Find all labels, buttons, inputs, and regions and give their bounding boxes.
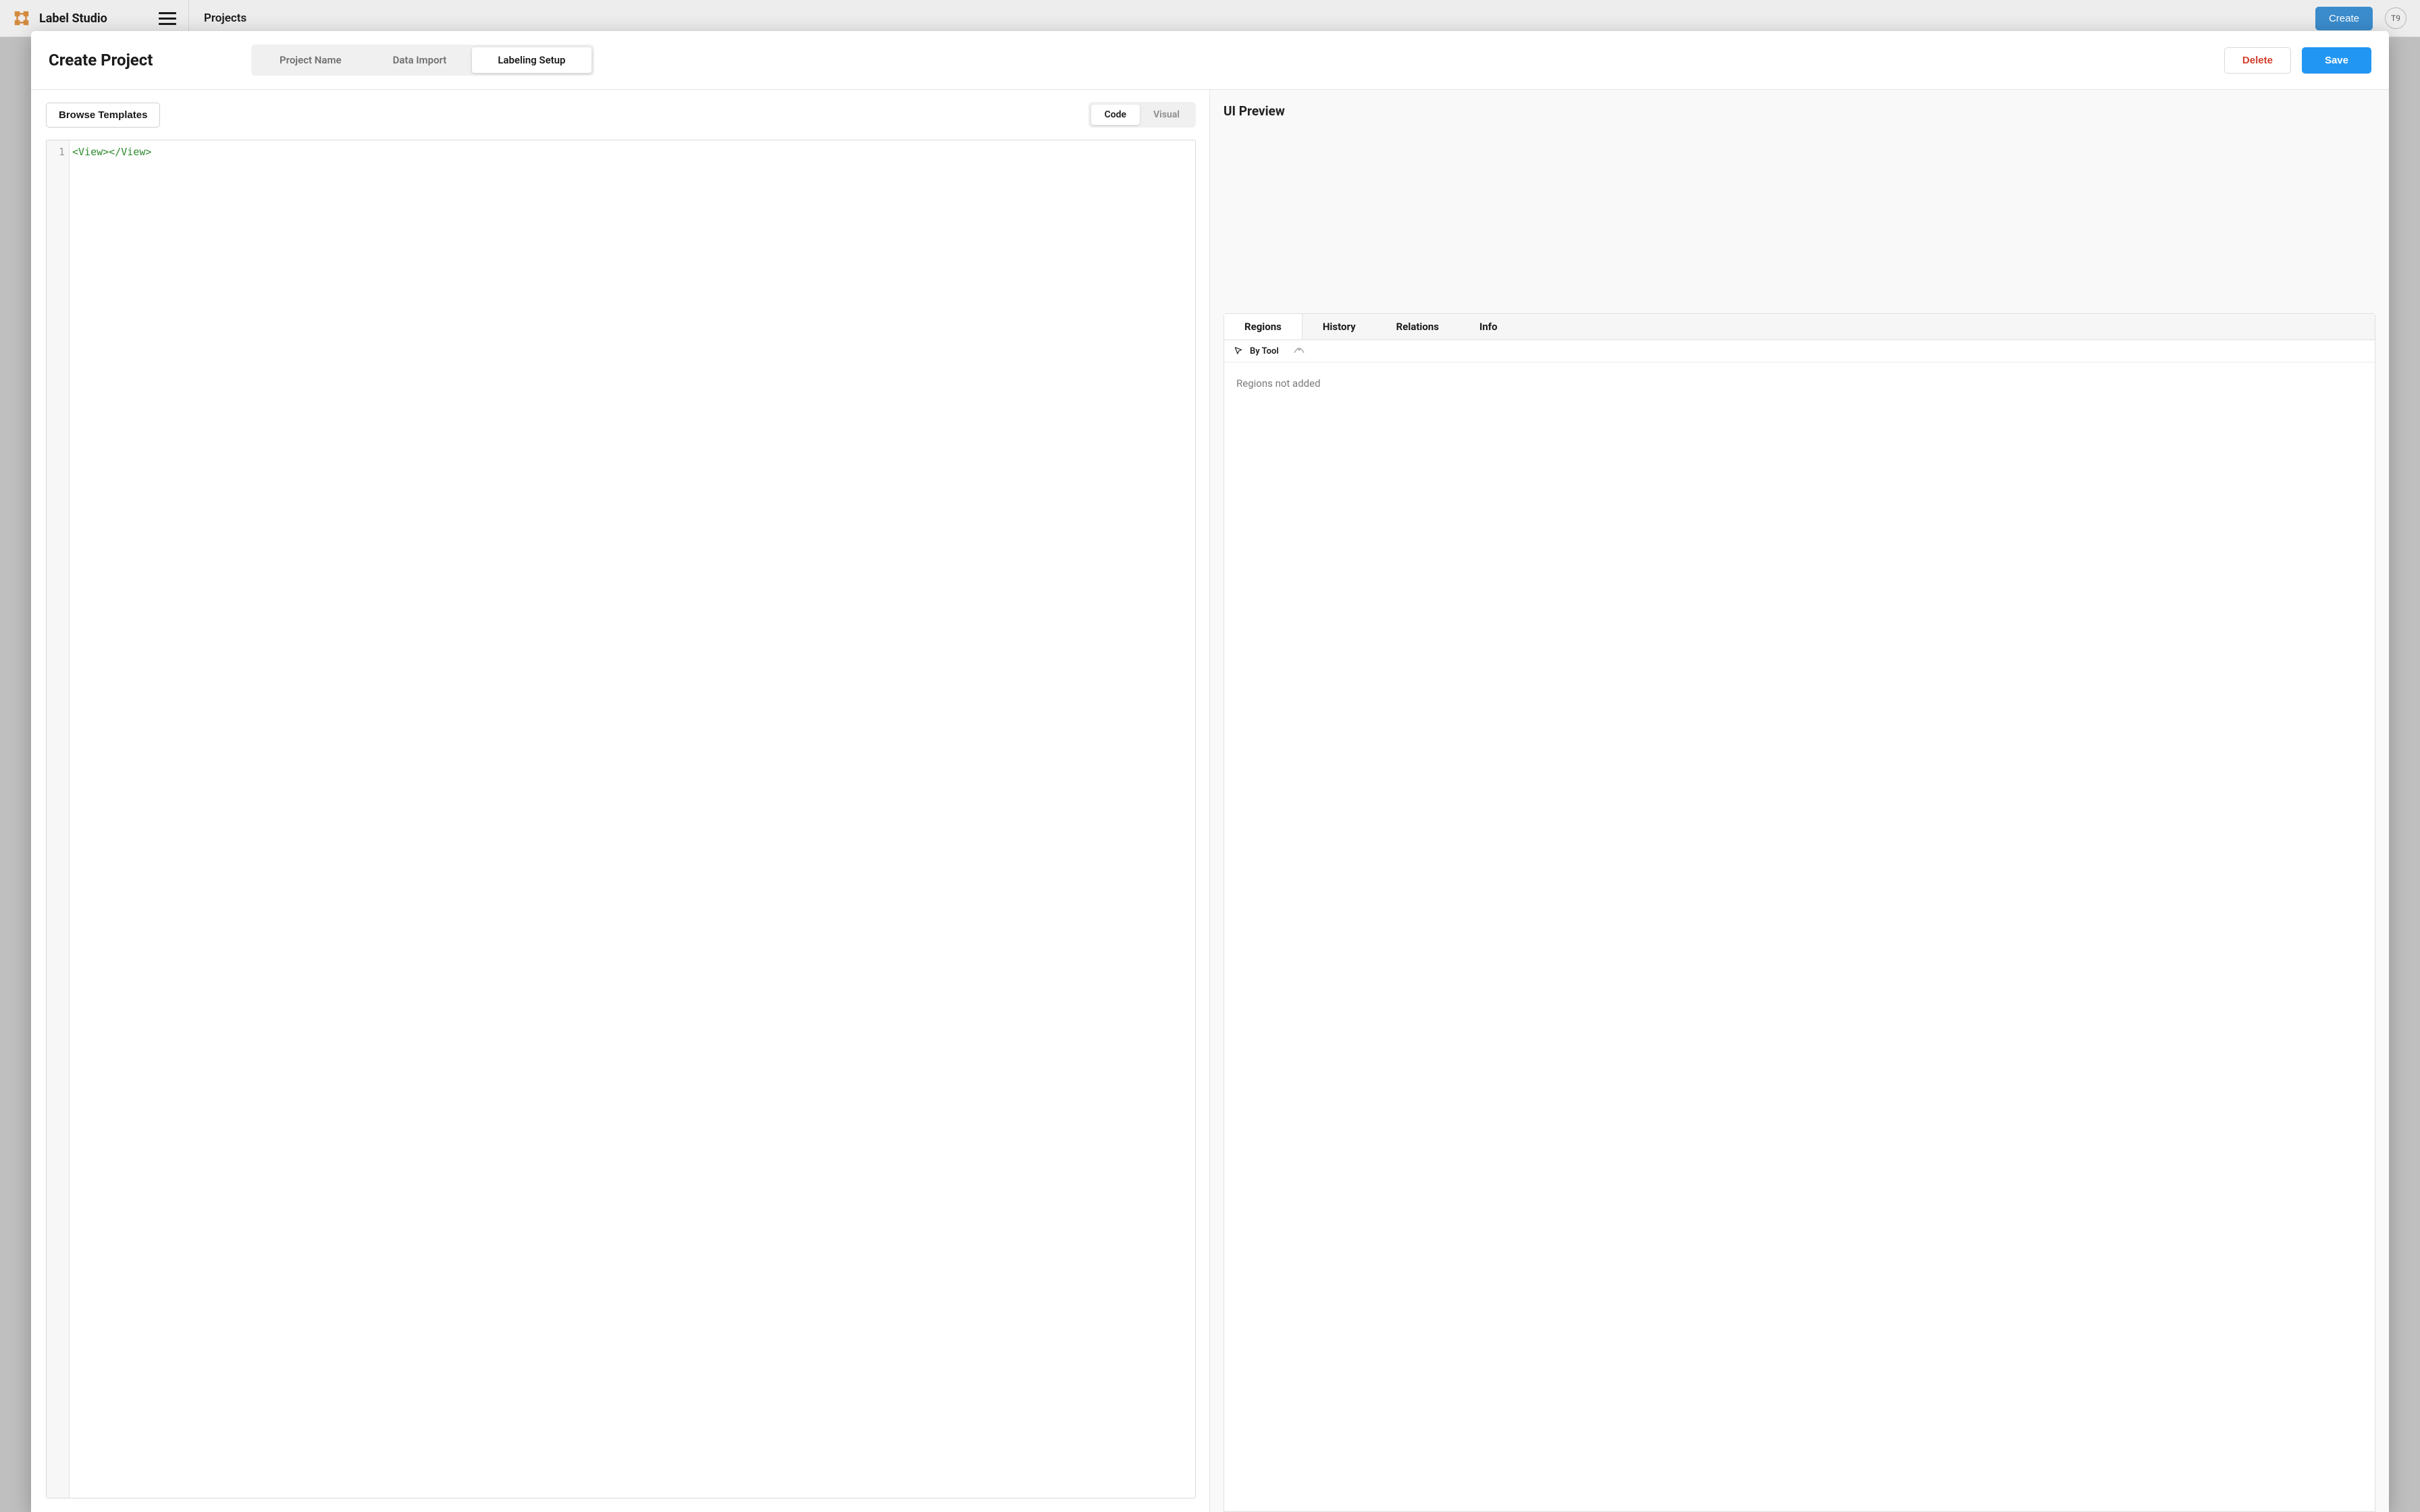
step-project-name[interactable]: Project Name [254, 47, 367, 73]
breadcrumb[interactable]: Projects [189, 11, 246, 25]
step-labeling-setup[interactable]: Labeling Setup [472, 47, 591, 73]
logo-icon [14, 10, 30, 26]
preview-title: UI Preview [1224, 103, 2375, 119]
tab-history[interactable]: History [1303, 314, 1376, 340]
create-project-modal: Create Project Project Name Data Import … [31, 31, 2389, 1512]
code-view-toggle[interactable]: Code [1091, 105, 1140, 125]
modal-header: Create Project Project Name Data Import … [31, 31, 2389, 90]
modal-body: Browse Templates Code Visual 1 <View></V… [31, 90, 2389, 1512]
wizard-steps: Project Name Data Import Labeling Setup [251, 45, 594, 76]
regions-tabs: Regions History Relations Info [1224, 314, 2375, 340]
editor-toolbar: Browse Templates Code Visual [46, 102, 1196, 128]
cursor-icon [1234, 346, 1243, 356]
regions-panel: Regions History Relations Info By Tool R… [1224, 313, 2375, 1512]
tab-regions[interactable]: Regions [1224, 314, 1303, 340]
modal-title: Create Project [49, 51, 238, 70]
code-content[interactable]: <View></View> [70, 140, 1195, 1498]
menu-icon[interactable] [159, 9, 176, 27]
line-gutter: 1 [47, 140, 70, 1498]
delete-button[interactable]: Delete [2224, 47, 2291, 74]
save-button[interactable]: Save [2302, 47, 2371, 74]
editor-view-toggle: Code Visual [1088, 102, 1196, 128]
visual-view-toggle[interactable]: Visual [1140, 105, 1193, 125]
avatar[interactable]: T9 [2385, 7, 2406, 29]
app-title: Label Studio [39, 11, 149, 26]
code-editor[interactable]: 1 <View></View> [46, 140, 1196, 1498]
regions-empty-message: Regions not added [1224, 362, 2375, 404]
visibility-icon[interactable] [1294, 346, 1305, 356]
sort-label: By Tool [1250, 346, 1279, 356]
header-right: Create T9 [2315, 7, 2420, 30]
ui-preview-panel: UI Preview Regions History Relations Inf… [1210, 90, 2389, 1512]
step-data-import[interactable]: Data Import [367, 47, 473, 73]
browse-templates-button[interactable]: Browse Templates [46, 103, 160, 128]
regions-sort[interactable]: By Tool [1224, 340, 2375, 362]
create-button[interactable]: Create [2315, 7, 2373, 30]
tab-info[interactable]: Info [1459, 314, 1518, 340]
tab-relations[interactable]: Relations [1376, 314, 1459, 340]
preview-canvas [1224, 124, 2375, 313]
modal-actions: Delete Save [2224, 47, 2371, 74]
config-editor-panel: Browse Templates Code Visual 1 <View></V… [31, 90, 1210, 1512]
